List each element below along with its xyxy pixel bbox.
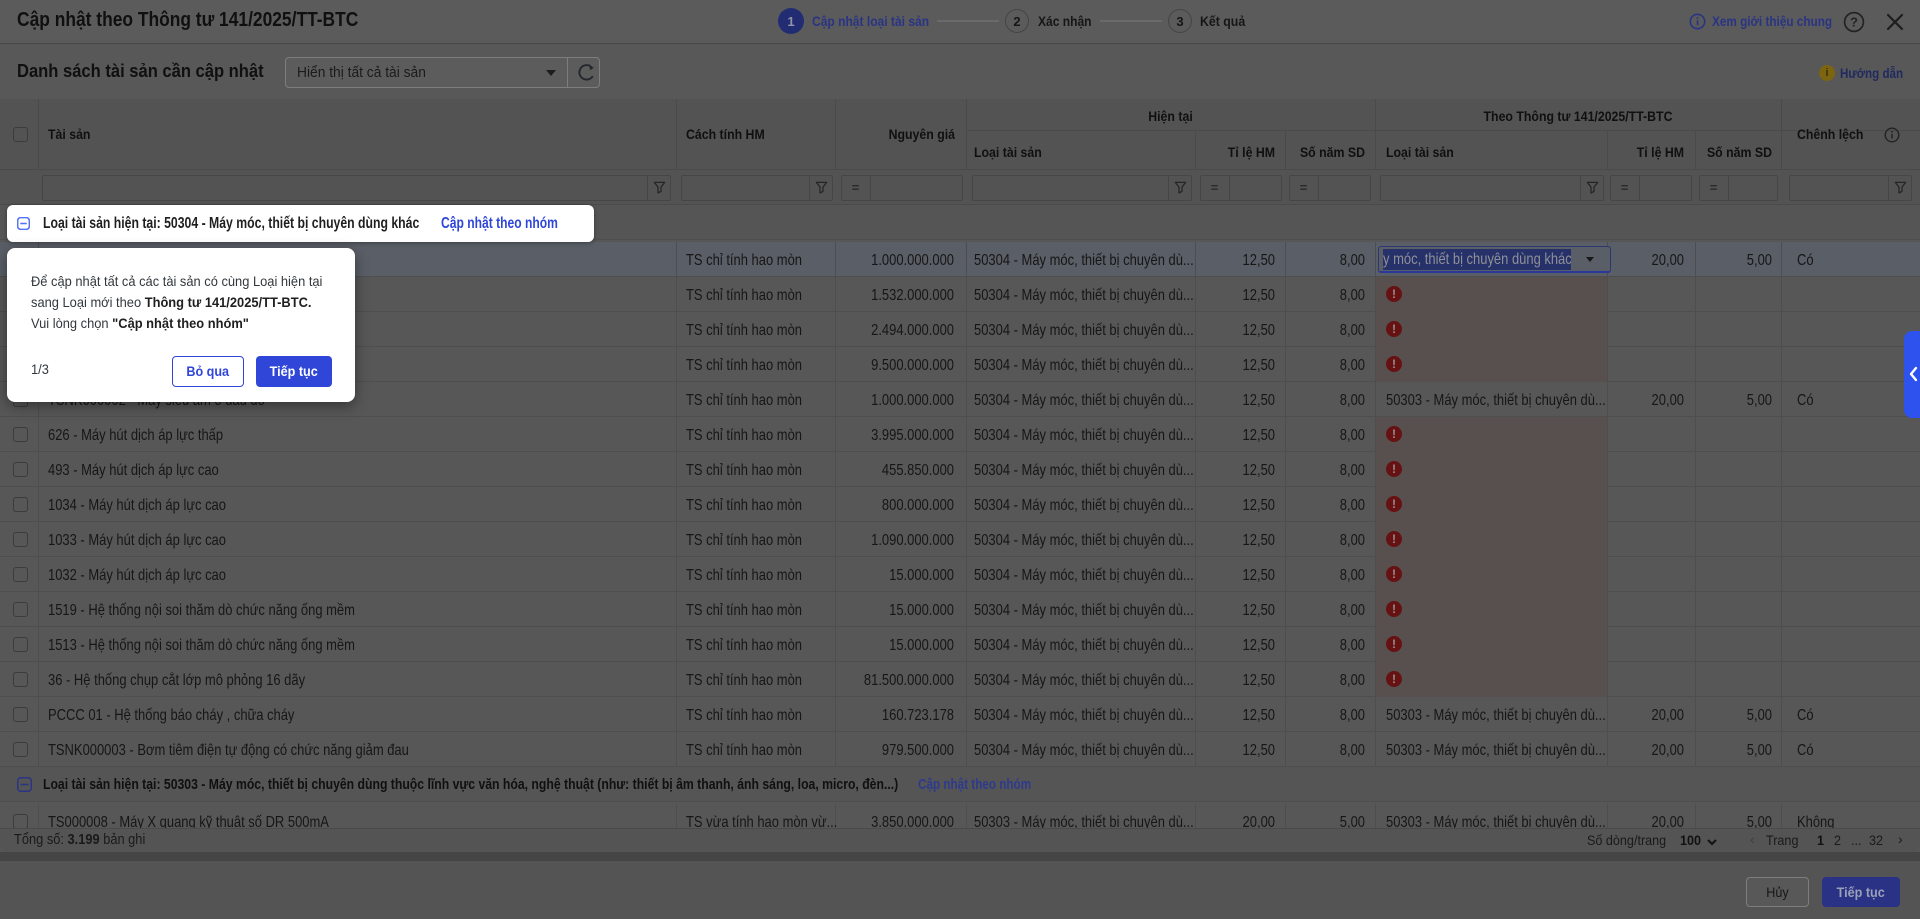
svg-text:?: ? bbox=[1850, 15, 1858, 30]
